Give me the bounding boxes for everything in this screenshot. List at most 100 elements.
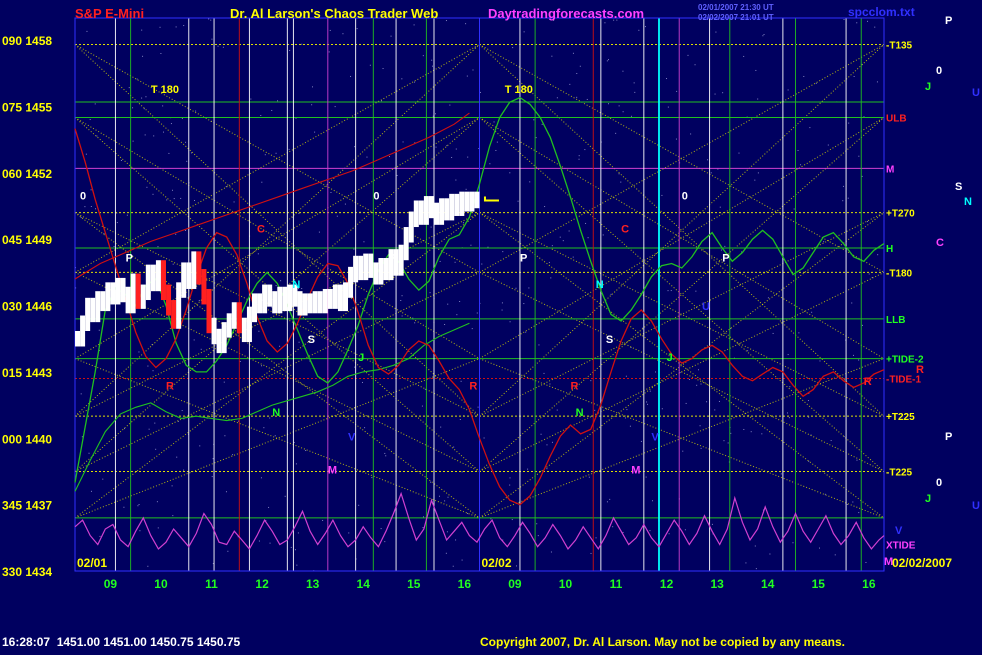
price-bar: [272, 291, 278, 314]
star-dot: [336, 215, 338, 217]
star-dot: [136, 78, 138, 80]
star-dot: [670, 290, 672, 292]
price-bar: [155, 260, 161, 292]
star-dot: [435, 146, 437, 148]
price-bar: [418, 200, 424, 225]
price-bar: [337, 284, 343, 312]
star-dot: [523, 31, 525, 33]
star-dot: [456, 314, 458, 316]
star-dot: [269, 417, 271, 419]
price-bar: [297, 291, 303, 316]
price-bar: [201, 269, 207, 305]
star-dot: [172, 515, 174, 517]
star-dot: [430, 481, 432, 483]
x-tick-label: 12: [255, 577, 269, 591]
star-dot: [371, 477, 373, 479]
price-bar: [403, 227, 409, 261]
star-dot: [856, 22, 858, 24]
star-dot: [176, 456, 178, 458]
site-url[interactable]: Daytradingforecasts.com: [488, 6, 644, 21]
star-dot: [572, 256, 574, 258]
x-tick-label: 13: [710, 577, 724, 591]
star-dot: [715, 31, 717, 33]
star-dot: [687, 54, 689, 56]
planet-glyph: 0: [936, 477, 942, 489]
star-dot: [275, 152, 277, 154]
x-tick-label: 12: [660, 577, 674, 591]
star-dot: [489, 163, 491, 165]
star-dot: [750, 431, 752, 433]
star-dot: [483, 437, 485, 439]
star-dot: [431, 59, 433, 61]
star-dot: [851, 302, 853, 304]
star-dot: [116, 222, 118, 224]
chart-annotation: R: [166, 381, 174, 393]
star-dot: [649, 530, 651, 532]
x-tick-label: 14: [357, 577, 371, 591]
star-dot: [588, 476, 590, 478]
x-tick-label: 10: [559, 577, 573, 591]
star-dot: [624, 417, 626, 419]
star-dot: [707, 159, 709, 161]
price-bar: [262, 284, 268, 314]
star-dot: [548, 261, 550, 263]
star-dot: [695, 290, 697, 292]
star-dot: [525, 331, 527, 333]
right-level-label: +T225: [886, 412, 915, 423]
chart-annotation: S: [308, 334, 315, 346]
star-dot: [260, 115, 262, 117]
star-dot: [314, 131, 316, 133]
star-dot: [329, 29, 331, 31]
star-dot: [481, 263, 483, 265]
x-tick-label: 16: [458, 577, 472, 591]
star-dot: [424, 388, 426, 390]
chart-background: [0, 0, 982, 650]
star-dot: [754, 179, 756, 181]
star-dot: [123, 506, 125, 508]
star-dot: [688, 379, 690, 381]
star-dot: [809, 127, 811, 129]
star-dot: [546, 468, 548, 470]
star-dot: [556, 409, 558, 411]
star-dot: [787, 89, 789, 91]
star-dot: [585, 222, 587, 224]
star-dot: [322, 519, 324, 521]
star-dot: [98, 329, 100, 331]
star-dot: [541, 123, 543, 125]
star-dot: [685, 402, 687, 404]
price-bar: [398, 244, 404, 276]
star-dot: [858, 155, 860, 157]
star-dot: [666, 78, 668, 80]
star-dot: [852, 354, 854, 356]
price-bar: [302, 293, 308, 316]
star-dot: [700, 383, 702, 385]
chart-annotation: P: [126, 252, 133, 264]
right-level-label: H: [886, 244, 893, 255]
right-level-label: -T135: [886, 41, 913, 52]
star-dot: [502, 251, 504, 253]
star-dot: [223, 381, 225, 383]
star-dot: [358, 504, 360, 506]
star-dot: [569, 83, 571, 85]
star-dot: [85, 153, 87, 155]
star-dot: [148, 428, 150, 430]
star-dot: [396, 174, 398, 176]
star-dot: [625, 375, 627, 377]
chart-annotation: M: [631, 465, 640, 477]
star-dot: [280, 280, 282, 282]
star-dot: [787, 354, 789, 356]
chart-annotation: V: [348, 431, 356, 443]
star-dot: [447, 496, 449, 498]
star-dot: [626, 409, 628, 411]
star-dot: [239, 360, 241, 362]
star-dot: [590, 552, 592, 554]
star-dot: [312, 86, 314, 88]
star-dot: [155, 448, 157, 450]
star-dot: [89, 119, 91, 121]
star-dot: [289, 49, 291, 51]
star-dot: [401, 295, 403, 297]
star-dot: [454, 261, 456, 263]
star-dot: [384, 541, 386, 543]
star-dot: [743, 55, 745, 57]
day-label: 02/01: [77, 556, 107, 570]
